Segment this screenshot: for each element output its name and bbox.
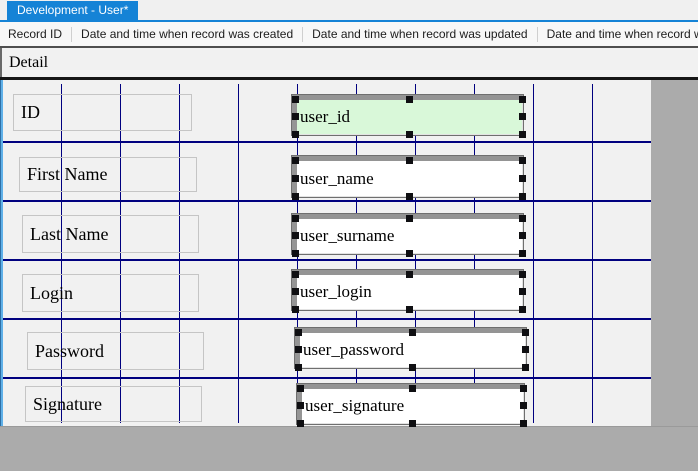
field-user-password[interactable]: user_password bbox=[295, 328, 529, 371]
field-label-password[interactable]: Password bbox=[27, 332, 204, 370]
selection-handle-tl[interactable] bbox=[292, 215, 299, 222]
selection-handle-bc[interactable] bbox=[405, 193, 413, 200]
selection-handle-bc[interactable] bbox=[405, 131, 413, 138]
selection-handle-tl[interactable] bbox=[295, 329, 302, 336]
field-user-login[interactable]: user_login bbox=[292, 270, 526, 313]
label-text: Password bbox=[35, 340, 105, 361]
canvas-left-edge bbox=[0, 80, 3, 426]
selection-handle-br[interactable] bbox=[519, 131, 526, 138]
selection-handle-tl[interactable] bbox=[292, 271, 299, 278]
label-text: ID bbox=[21, 102, 40, 122]
detail-band-title: Detail bbox=[9, 53, 49, 71]
selection-handle-br[interactable] bbox=[519, 250, 526, 257]
toolbar-item-record-id[interactable]: Record ID bbox=[0, 27, 71, 41]
field-user-id[interactable]: user_id bbox=[292, 95, 526, 138]
selection-handle-mr[interactable] bbox=[519, 232, 526, 239]
selection-handle-tc[interactable] bbox=[408, 329, 416, 336]
label-text: Last Name bbox=[30, 223, 109, 244]
selection-handle-ml[interactable] bbox=[292, 232, 299, 239]
selection-handle-bc[interactable] bbox=[405, 306, 413, 313]
selection-handle-br[interactable] bbox=[519, 193, 526, 200]
field-text: user_id bbox=[300, 107, 351, 126]
field-label-first-name[interactable]: First Name bbox=[19, 157, 197, 192]
field-toolbar: Record ID Date and time when record was … bbox=[0, 22, 698, 46]
selection-handle-bc[interactable] bbox=[408, 364, 416, 371]
field-text: user_signature bbox=[305, 396, 405, 415]
selection-handle-br[interactable] bbox=[522, 364, 529, 371]
selection-handle-tc[interactable] bbox=[405, 215, 413, 222]
selection-handle-br[interactable] bbox=[520, 420, 527, 427]
selection-handle-tr[interactable] bbox=[519, 96, 526, 103]
selection-handle-bl[interactable] bbox=[292, 306, 299, 313]
selection-handle-bc[interactable] bbox=[408, 420, 416, 427]
selection-handle-mr[interactable] bbox=[519, 288, 526, 295]
selection-handle-bl[interactable] bbox=[292, 250, 299, 257]
selection-handle-bl[interactable] bbox=[292, 131, 299, 138]
selection-handle-tr[interactable] bbox=[520, 385, 527, 392]
selection-handle-mr[interactable] bbox=[519, 174, 526, 182]
field-text: user_password bbox=[303, 340, 405, 359]
detail-band-header[interactable]: Detail bbox=[0, 48, 698, 77]
toolbar-item-clipped[interactable]: Date and time when record was bbox=[538, 27, 698, 41]
selection-handle-ml[interactable] bbox=[295, 346, 302, 353]
field-text: user_login bbox=[300, 282, 372, 301]
selection-handle-mr[interactable] bbox=[519, 113, 526, 120]
selection-handle-tc[interactable] bbox=[405, 96, 413, 103]
tab-development-user[interactable]: Development - User* bbox=[7, 1, 139, 20]
tab-bar: Development - User* bbox=[0, 0, 698, 22]
field-text: user_surname bbox=[300, 226, 395, 245]
field-user-name[interactable]: user_name bbox=[292, 156, 526, 200]
selection-handle-bl[interactable] bbox=[292, 193, 299, 200]
outside-canvas-area bbox=[0, 426, 698, 471]
field-text: user_name bbox=[300, 168, 374, 188]
field-user-surname[interactable]: user_surname bbox=[292, 214, 526, 257]
selection-handle-ml[interactable] bbox=[292, 113, 299, 120]
selection-handle-br[interactable] bbox=[519, 306, 526, 313]
field-label-id[interactable]: ID bbox=[13, 94, 192, 131]
selection-handle-bl[interactable] bbox=[295, 364, 302, 371]
selection-handle-bc[interactable] bbox=[405, 250, 413, 257]
selection-handle-ml[interactable] bbox=[292, 288, 299, 295]
toolbar-item-updated[interactable]: Date and time when record was updated bbox=[303, 27, 536, 41]
selection-handle-tc[interactable] bbox=[405, 271, 413, 278]
outside-canvas-area bbox=[651, 80, 698, 426]
selection-handle-tr[interactable] bbox=[519, 271, 526, 278]
selection-handle-mr[interactable] bbox=[522, 346, 529, 353]
toolbar-item-created[interactable]: Date and time when record was created bbox=[72, 27, 302, 41]
form-designer-window: Development - User* Record ID Date and t… bbox=[0, 0, 698, 471]
field-label-last-name[interactable]: Last Name bbox=[22, 215, 199, 253]
selection-handle-ml[interactable] bbox=[297, 402, 304, 409]
selection-handle-mr[interactable] bbox=[520, 402, 527, 409]
design-canvas[interactable]: ID user_id First Name user_name Last Nam… bbox=[0, 80, 651, 427]
selection-handle-ml[interactable] bbox=[292, 174, 299, 182]
selection-handle-tc[interactable] bbox=[405, 157, 413, 164]
selection-handle-tr[interactable] bbox=[519, 157, 526, 164]
selection-handle-tl[interactable] bbox=[297, 385, 304, 392]
selection-handle-tc[interactable] bbox=[408, 385, 416, 392]
label-text: First Name bbox=[27, 164, 108, 184]
selection-handle-tl[interactable] bbox=[292, 157, 299, 164]
label-text: Login bbox=[30, 282, 73, 303]
selection-handle-tl[interactable] bbox=[292, 96, 299, 103]
selection-handle-bl[interactable] bbox=[297, 420, 304, 427]
field-user-signature[interactable]: user_signature bbox=[297, 384, 527, 427]
label-text: Signature bbox=[33, 393, 102, 414]
field-label-login[interactable]: Login bbox=[22, 274, 199, 312]
selection-handle-tr[interactable] bbox=[522, 329, 529, 336]
field-label-signature[interactable]: Signature bbox=[25, 386, 202, 422]
selection-handle-tr[interactable] bbox=[519, 215, 526, 222]
